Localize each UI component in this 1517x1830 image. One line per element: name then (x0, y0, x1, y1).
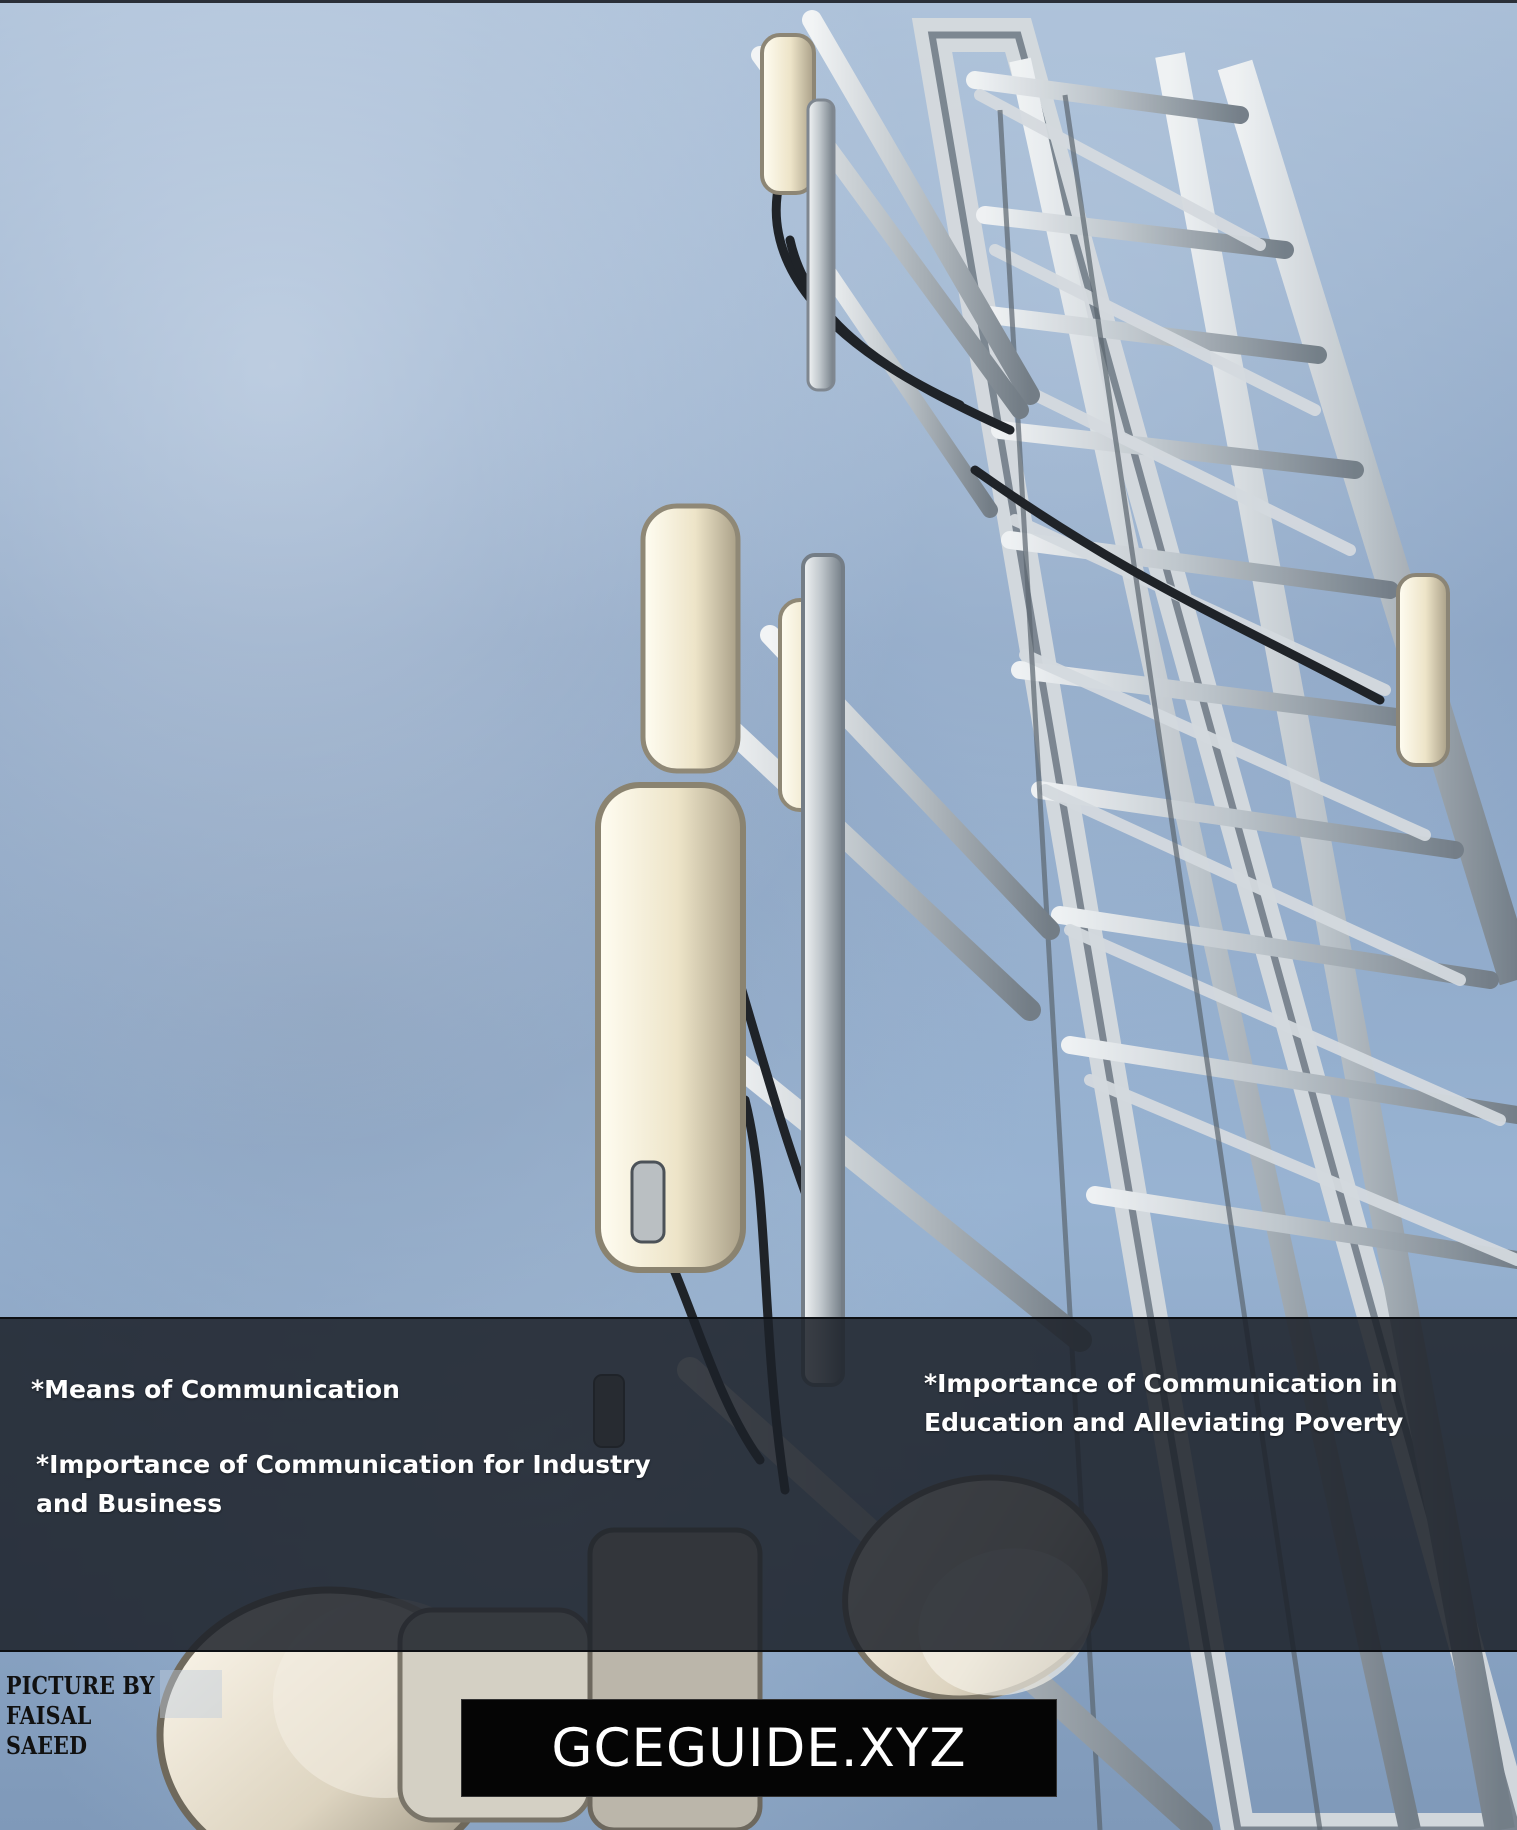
photo-credit: PICTURE BY FAISAL SAEED (6, 1671, 161, 1761)
page: *Means of Communication *Importance of C… (0, 0, 1517, 1830)
top-border (0, 0, 1517, 3)
brand-banner: GCEGUIDE.XYZ (461, 1699, 1057, 1797)
topic-education-poverty: *Importance of Communication in Educatio… (924, 1369, 1404, 1437)
credit-backdrop (160, 1670, 222, 1718)
credit-line-1: PICTURE BY (6, 1671, 155, 1700)
brand-name: GCEGUIDE.XYZ (551, 1717, 967, 1779)
credit-line-2: FAISAL SAEED (6, 1701, 92, 1760)
topic-means-of-communication: *Means of Communication (31, 1375, 400, 1404)
topic-industry-business: *Importance of Communication for Industr… (36, 1450, 651, 1518)
